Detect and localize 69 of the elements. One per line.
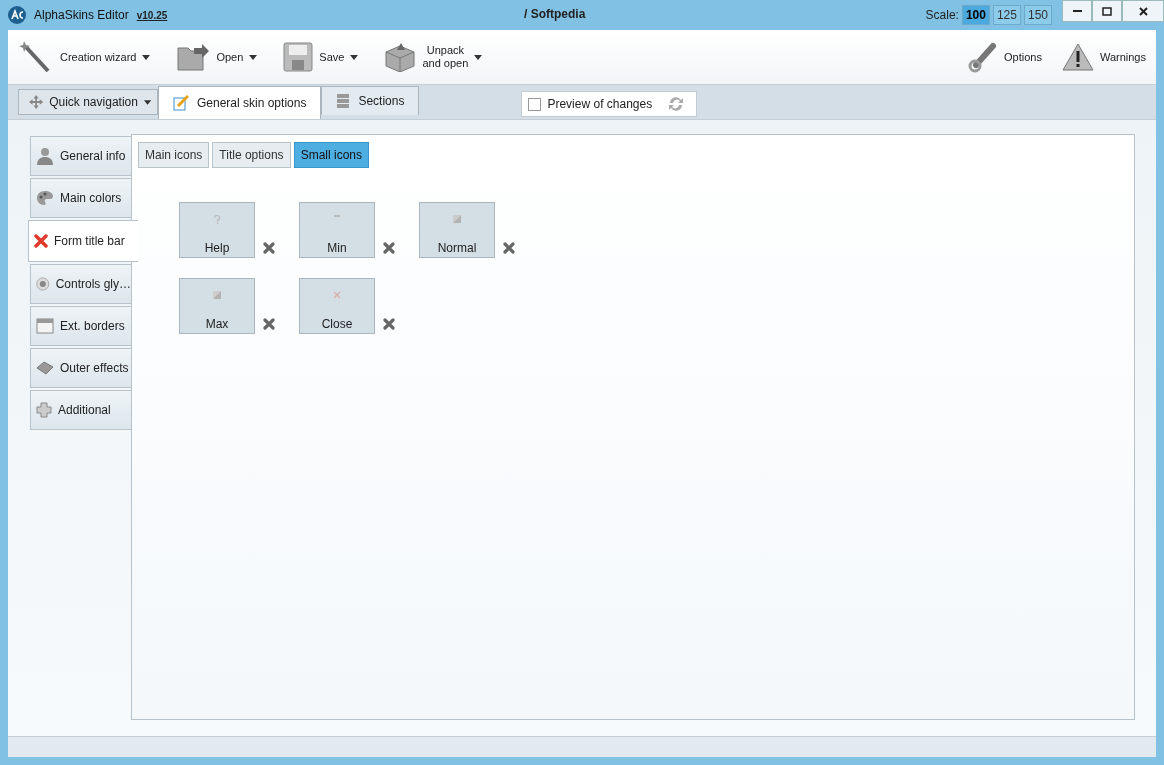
- maximize-icon: [213, 291, 221, 299]
- icon-tile[interactable]: Min: [299, 202, 375, 258]
- preview-label: Preview of changes: [547, 97, 654, 111]
- toolbar-button[interactable]: Unpack and open: [384, 42, 483, 72]
- toolbar-button[interactable]: Open: [176, 42, 258, 72]
- app-logo-icon: [8, 6, 26, 24]
- sidebar-item[interactable]: Ext. borders: [30, 306, 132, 346]
- sidebar-item[interactable]: Form title bar: [28, 220, 138, 262]
- close-icon: [1138, 6, 1148, 16]
- box-icon: [384, 42, 417, 72]
- toolbar-button[interactable]: Save: [283, 42, 359, 72]
- window-icon: [36, 318, 54, 334]
- caret-icon[interactable]: [249, 54, 258, 60]
- minimize-icon: [334, 215, 340, 217]
- sidebar-item[interactable]: Controls gly…: [30, 264, 132, 304]
- palette-icon: [36, 190, 54, 206]
- sidebar-item[interactable]: Additional: [30, 390, 132, 430]
- stack-icon: [336, 93, 351, 109]
- toolbar-button[interactable]: Options: [968, 41, 1042, 73]
- subtab[interactable]: Small icons: [293, 142, 369, 168]
- icon-tile[interactable]: Normal: [419, 202, 495, 258]
- question-mark-icon: [213, 215, 221, 224]
- pencil-note-icon: [173, 95, 189, 111]
- cross-icon: [34, 234, 48, 248]
- minimize-icon: [1072, 10, 1082, 12]
- delete-icon[interactable]: [263, 242, 275, 254]
- radio-button-icon: [36, 275, 50, 293]
- minimize-button[interactable]: [1062, 0, 1092, 22]
- scale-option[interactable]: 100: [961, 5, 990, 25]
- icon-tile[interactable]: Help: [179, 202, 255, 258]
- delete-icon[interactable]: [503, 242, 515, 254]
- plus-icon: [36, 402, 52, 418]
- maximize-icon: [1102, 6, 1112, 16]
- maximize-button[interactable]: [1092, 0, 1122, 22]
- window-title: AlphaSkins Editor: [34, 8, 129, 22]
- tab[interactable]: General skin options: [158, 86, 322, 119]
- delete-icon[interactable]: [263, 318, 275, 330]
- delete-icon[interactable]: [383, 318, 395, 330]
- window-caption: / Softpedia: [524, 7, 586, 21]
- toolbar-button[interactable]: Creation wizard: [18, 39, 151, 75]
- toolbar-button[interactable]: Warnings: [1061, 43, 1146, 71]
- sidebar-item[interactable]: Main colors: [30, 178, 132, 218]
- restore-icon: [453, 215, 461, 223]
- close-button[interactable]: [1122, 0, 1164, 22]
- scale-option[interactable]: 125: [992, 5, 1021, 25]
- person-icon: [36, 147, 54, 165]
- move-arrows-icon: [29, 94, 44, 110]
- close-icon: [333, 291, 341, 299]
- caret-icon[interactable]: [142, 54, 151, 60]
- preview-checkbox[interactable]: [528, 97, 542, 111]
- icon-tile[interactable]: Max: [179, 278, 255, 334]
- scale-option[interactable]: 150: [1023, 5, 1052, 25]
- caret-icon[interactable]: [143, 99, 151, 105]
- version-link[interactable]: v10.25: [136, 9, 168, 21]
- refresh-icon: [668, 96, 685, 112]
- sidebar-item[interactable]: General info: [30, 136, 132, 176]
- delete-icon[interactable]: [383, 242, 395, 254]
- subtab[interactable]: Main icons: [138, 142, 210, 168]
- caret-icon[interactable]: [350, 54, 359, 60]
- subtab[interactable]: Title options: [212, 142, 291, 168]
- icon-tile[interactable]: Close: [299, 278, 375, 334]
- folder-icon: [176, 42, 211, 72]
- caret-icon[interactable]: [474, 54, 483, 60]
- scale-label: Scale:: [925, 8, 959, 22]
- wrench-icon: [968, 41, 998, 73]
- sidebar-item[interactable]: Outer effects: [30, 348, 132, 388]
- tab[interactable]: Sections: [321, 86, 420, 115]
- quick-navigation-dropdown[interactable]: Quick navigation: [18, 89, 158, 115]
- warning-icon: [1061, 43, 1094, 71]
